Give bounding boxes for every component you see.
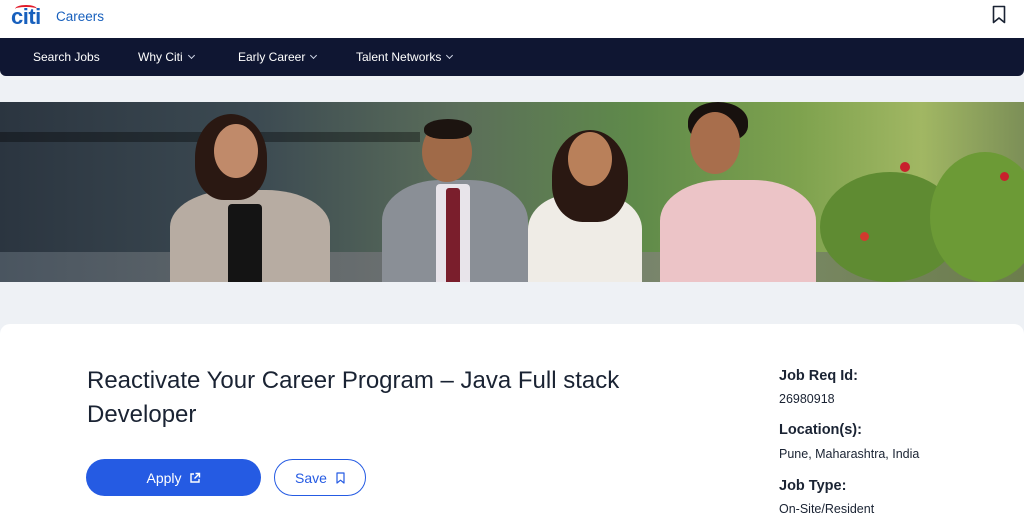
job-title: Reactivate Your Career Program – Java Fu… bbox=[87, 367, 620, 428]
hero-flower bbox=[860, 232, 869, 241]
job-req-id-value: 26980918 bbox=[779, 392, 835, 406]
nav-early-career[interactable]: Early Career bbox=[238, 50, 318, 64]
apply-label: Apply bbox=[146, 469, 182, 486]
hero-person-hair bbox=[424, 119, 472, 139]
hero-person-head bbox=[568, 132, 612, 186]
hero-flower bbox=[900, 162, 910, 172]
hero-image bbox=[0, 102, 1024, 282]
nav-label: Search Jobs bbox=[33, 50, 100, 64]
bookmark-icon bbox=[336, 471, 345, 484]
external-link-icon bbox=[189, 472, 200, 483]
save-label: Save bbox=[295, 469, 327, 486]
nav-label: Why Citi bbox=[138, 50, 183, 64]
hero-person-head bbox=[214, 124, 258, 178]
hero-flower bbox=[1000, 172, 1009, 181]
nav-search-jobs[interactable]: Search Jobs bbox=[33, 50, 100, 64]
job-type-value: On-Site/Resident bbox=[779, 502, 875, 516]
location-value: Pune, Maharashtra, India bbox=[779, 447, 920, 461]
citi-logo[interactable]: citi bbox=[11, 4, 41, 30]
main-nav: Search Jobs Why Citi Early Career Talent… bbox=[0, 38, 1024, 76]
hero-person-tie bbox=[446, 188, 460, 282]
top-header: citi Careers bbox=[0, 0, 1024, 38]
careers-link[interactable]: Careers bbox=[56, 9, 104, 24]
job-type-label: Job Type: bbox=[779, 478, 847, 494]
bookmark-icon[interactable] bbox=[992, 5, 1006, 24]
chevron-down-icon bbox=[187, 51, 195, 60]
location-label: Location(s): bbox=[779, 422, 862, 438]
nav-label: Early Career bbox=[238, 50, 306, 64]
hero-person bbox=[660, 180, 816, 282]
save-button[interactable]: Save bbox=[274, 459, 366, 496]
nav-why-citi[interactable]: Why Citi bbox=[138, 50, 195, 64]
job-req-id-label: Job Req Id: bbox=[779, 368, 858, 384]
nav-talent-networks[interactable]: Talent Networks bbox=[356, 50, 454, 64]
apply-button[interactable]: Apply bbox=[86, 459, 261, 496]
chevron-down-icon bbox=[310, 51, 318, 60]
nav-label: Talent Networks bbox=[356, 50, 442, 64]
hero-person-shirt bbox=[228, 204, 262, 282]
chevron-down-icon bbox=[446, 51, 454, 60]
hero-person-head bbox=[690, 112, 740, 174]
logo-arc bbox=[15, 5, 37, 13]
